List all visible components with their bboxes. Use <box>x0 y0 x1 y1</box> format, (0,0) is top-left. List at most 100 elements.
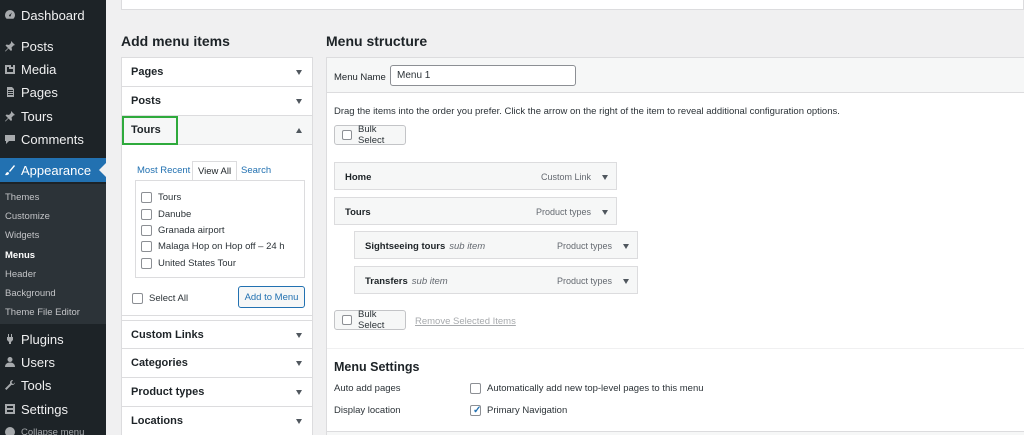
submenu-header[interactable]: Header <box>5 269 36 280</box>
menu-item-title: Sightseeing tours sub item <box>365 241 485 252</box>
tour-item-row[interactable]: Tours <box>141 192 181 203</box>
menu-item-title: Transfers sub item <box>365 276 448 287</box>
accordion-pages[interactable]: Pages <box>122 58 312 87</box>
display-location-label: Display location <box>334 405 401 416</box>
submenu-widgets[interactable]: Widgets <box>5 230 39 241</box>
checkbox <box>342 315 352 325</box>
menu-item-title: Tours <box>345 207 371 218</box>
bulk-select-label: Bulk Select <box>358 124 385 146</box>
nav-collapse-menu[interactable]: Collapse menu <box>0 420 106 435</box>
accordion-product-types[interactable]: Product types <box>122 378 312 407</box>
add-to-menu-button[interactable]: Add to Menu <box>238 286 305 308</box>
footer-bar <box>327 431 1024 435</box>
accordion-title: Posts <box>131 95 161 107</box>
appearance-submenu: Themes Customize Widgets Menus Header Ba… <box>0 184 106 324</box>
tab-search[interactable]: Search <box>241 161 271 181</box>
nav-settings[interactable]: Settings <box>0 397 106 421</box>
accordion-posts[interactable]: Posts <box>122 87 312 116</box>
top-panel <box>121 0 1024 10</box>
checkbox[interactable] <box>141 241 152 252</box>
submenu-customize[interactable]: Customize <box>5 211 50 222</box>
tour-item-row[interactable]: Granada airport <box>141 225 225 236</box>
checkbox[interactable] <box>141 209 152 220</box>
menu-item-type: Product types <box>556 276 612 286</box>
menu-item-home[interactable]: Home Custom Link <box>334 162 617 190</box>
menu-item-type: Custom Link <box>540 172 591 182</box>
nav-posts[interactable]: Posts <box>0 34 106 58</box>
remove-selected-items-link[interactable]: Remove Selected Items <box>415 316 516 327</box>
nav-tours[interactable]: Tours <box>0 104 106 128</box>
bulk-select-button-bottom[interactable]: Bulk Select <box>334 309 406 331</box>
checkbox[interactable] <box>141 192 152 203</box>
tour-item-row[interactable]: Danube <box>141 209 191 220</box>
tours-checklist: Tours Danube Granada airport Malaga Hop … <box>135 180 305 278</box>
admin-sidebar: Dashboard Posts Media Pages Tours Commen… <box>0 0 106 435</box>
submenu-theme-file-editor[interactable]: Theme File Editor <box>5 307 80 318</box>
select-all[interactable]: Select All <box>132 293 188 304</box>
accordion-tours-header[interactable]: Tours <box>122 116 312 145</box>
tour-item-label: Tours <box>158 192 182 203</box>
highlight-box <box>122 116 178 145</box>
checkmark-icon: ✓ <box>473 405 482 416</box>
arrow-down-icon <box>296 390 302 395</box>
tour-item-row[interactable]: Malaga Hop on Hop off – 24 h <box>141 241 285 252</box>
menu-item-sub-label: sub item <box>449 241 486 252</box>
nav-users[interactable]: Users <box>0 350 106 374</box>
primary-navigation-checkbox[interactable]: ✓ <box>470 405 481 416</box>
nav-appearance[interactable]: Appearance <box>0 158 106 182</box>
nav-dashboard[interactable]: Dashboard <box>0 3 106 27</box>
nav-label: Comments <box>21 131 84 147</box>
menu-item-sightseeing-tours[interactable]: Sightseeing tours sub item Product types <box>354 231 638 259</box>
tab-most-recent[interactable]: Most Recent <box>137 161 190 181</box>
arrow-down-icon[interactable] <box>602 175 608 180</box>
accordion-title: Custom Links <box>131 329 204 341</box>
collapse-icon <box>4 426 16 435</box>
checkbox <box>342 130 352 140</box>
arrow-down-icon[interactable] <box>602 210 608 215</box>
menu-item-transfers[interactable]: Transfers sub item Product types <box>354 266 638 294</box>
bulk-select-button[interactable]: Bulk Select <box>334 124 406 146</box>
pin-icon <box>4 110 16 122</box>
submenu-background[interactable]: Background <box>5 288 56 299</box>
auto-add-option-label: Automatically add new top-level pages to… <box>487 383 704 394</box>
accordion-custom-links[interactable]: Custom Links <box>122 320 312 349</box>
user-icon <box>4 356 16 368</box>
nav-pages[interactable]: Pages <box>0 80 106 104</box>
add-menu-items-accordion: Pages Posts Tours Most Recent View All S… <box>121 57 313 435</box>
nav-comments[interactable]: Comments <box>0 127 106 151</box>
nav-label: Pages <box>21 84 58 100</box>
primary-navigation-option[interactable]: ✓ Primary Navigation <box>470 405 567 416</box>
checkbox[interactable] <box>141 258 152 269</box>
menu-item-title-text: Sightseeing tours <box>365 241 446 252</box>
submenu-menus[interactable]: Menus <box>5 250 35 261</box>
submenu-themes[interactable]: Themes <box>5 192 39 203</box>
checkbox[interactable] <box>141 225 152 236</box>
accordion-locations[interactable]: Locations <box>122 407 312 435</box>
auto-add-checkbox[interactable] <box>470 383 481 394</box>
plug-icon <box>4 333 16 345</box>
nav-plugins[interactable]: Plugins <box>0 327 106 351</box>
nav-label: Posts <box>21 38 54 54</box>
arrow-up-icon <box>296 128 302 133</box>
select-all-checkbox[interactable] <box>132 293 143 304</box>
nav-tools[interactable]: Tools <box>0 373 106 397</box>
arrow-down-icon[interactable] <box>623 244 629 249</box>
menu-item-sub-label: sub item <box>411 276 448 287</box>
tab-view-all[interactable]: View All <box>192 161 238 181</box>
dashboard-icon <box>4 9 16 21</box>
menu-structure-heading: Menu structure <box>326 33 428 49</box>
accordion-categories[interactable]: Categories <box>122 349 312 378</box>
tour-item-label: United States Tour <box>158 258 236 269</box>
wrench-icon <box>4 379 16 391</box>
tour-item-row[interactable]: United States Tour <box>141 258 236 269</box>
menu-name-input[interactable]: Menu 1 <box>390 65 576 86</box>
accordion-title: Pages <box>131 66 164 78</box>
nav-label: Users <box>21 354 55 370</box>
primary-navigation-label: Primary Navigation <box>487 405 568 416</box>
nav-media[interactable]: Media <box>0 57 106 81</box>
menu-item-tours[interactable]: Tours Product types <box>334 197 617 225</box>
arrow-down-icon[interactable] <box>623 279 629 284</box>
media-icon <box>4 63 16 75</box>
auto-add-option[interactable]: Automatically add new top-level pages to… <box>470 383 704 394</box>
arrow-down-icon <box>296 361 302 366</box>
